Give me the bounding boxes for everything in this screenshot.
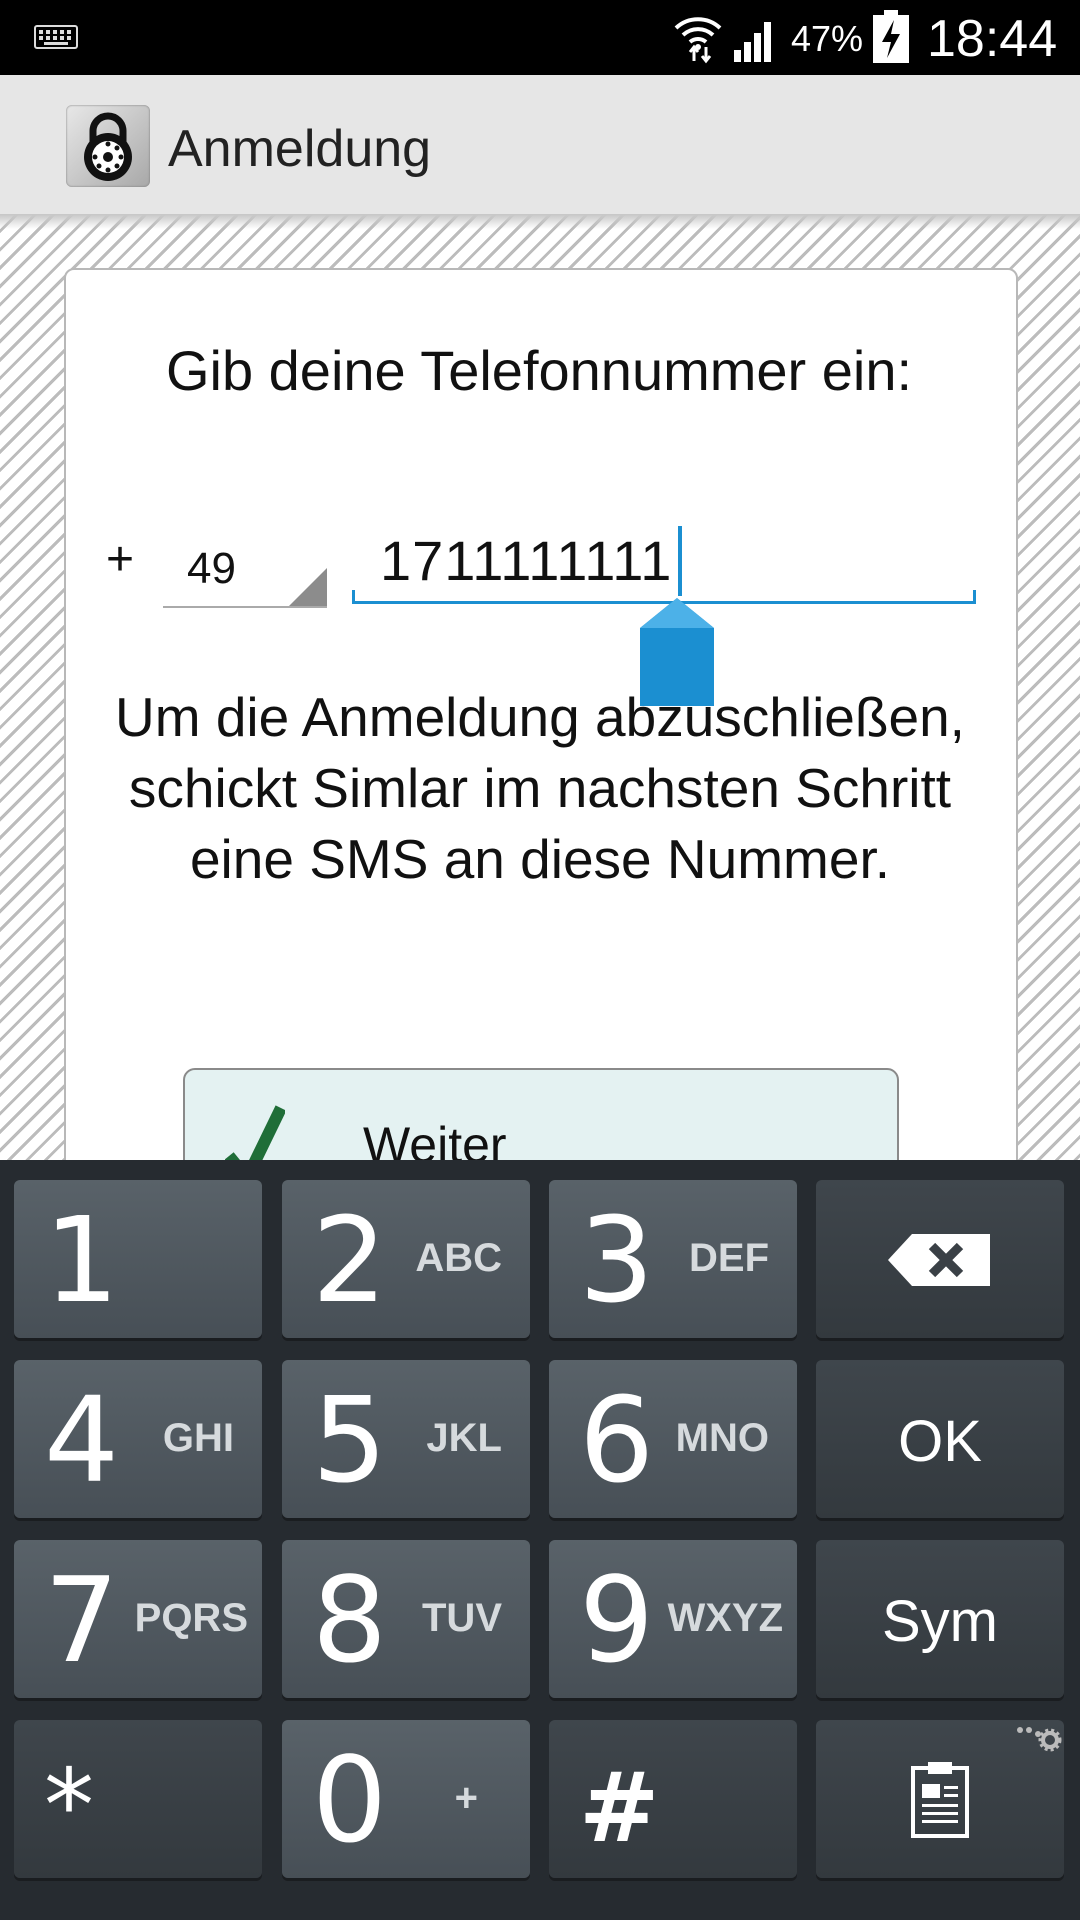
phone-prompt: Gib deine Telefonnummer ein: xyxy=(165,339,913,402)
backspace-key[interactable] xyxy=(816,1180,1064,1338)
key-3[interactable]: 3 DEF xyxy=(549,1180,797,1338)
clipboard-icon xyxy=(911,1762,969,1838)
numeric-keyboard: 1 2 ABC 3 DEF 4 GHI 5 JKL 6 MNO OK 7 PQR… xyxy=(0,1160,1080,1920)
plus-sign: + xyxy=(106,533,135,586)
key-9[interactable]: 9 WXYZ xyxy=(549,1540,797,1698)
key-8[interactable]: 8 TUV xyxy=(282,1540,530,1698)
key-5[interactable]: 5 JKL xyxy=(282,1360,530,1518)
clock: 18:44 xyxy=(927,10,1058,68)
status-bar: 47% 18:44 xyxy=(0,0,1080,75)
sym-key[interactable]: Sym xyxy=(816,1540,1064,1698)
key-2[interactable]: 2 ABC xyxy=(282,1180,530,1338)
info-text: Um die Anmeldung abzuschließen, schickt … xyxy=(115,686,965,890)
keyboard-icon xyxy=(34,25,78,49)
key-7[interactable]: 7 PQRS xyxy=(14,1540,262,1698)
phone-number-input[interactable]: 1711111111 xyxy=(352,520,976,604)
spinner-arrow-icon xyxy=(289,568,327,606)
key-4[interactable]: 4 GHI xyxy=(14,1360,262,1518)
key-6[interactable]: 6 MNO xyxy=(549,1360,797,1518)
text-cursor xyxy=(678,526,682,596)
clipboard-key[interactable] xyxy=(816,1720,1064,1878)
lock-dial-icon[interactable] xyxy=(66,105,150,187)
key-1[interactable]: 1 xyxy=(14,1180,262,1338)
key-0[interactable]: 0 + xyxy=(282,1720,530,1878)
battery-charging-icon xyxy=(873,10,909,63)
settings-gear-icon xyxy=(1017,1727,1062,1752)
wifi-icon xyxy=(674,17,722,64)
ok-key[interactable]: OK xyxy=(816,1360,1064,1518)
key-asterisk[interactable]: * xyxy=(14,1720,262,1878)
signal-icon xyxy=(734,22,771,62)
country-code-value: 49 xyxy=(187,544,236,593)
page-title: Anmeldung xyxy=(168,120,432,178)
action-bar: Anmeldung xyxy=(0,75,1080,215)
key-hash[interactable]: # xyxy=(549,1720,797,1878)
country-code-spinner[interactable]: 49 xyxy=(163,540,327,608)
phone-number-value: 1711111111 xyxy=(380,529,673,592)
battery-percent: 47% xyxy=(791,18,864,59)
backspace-icon xyxy=(888,1234,990,1286)
